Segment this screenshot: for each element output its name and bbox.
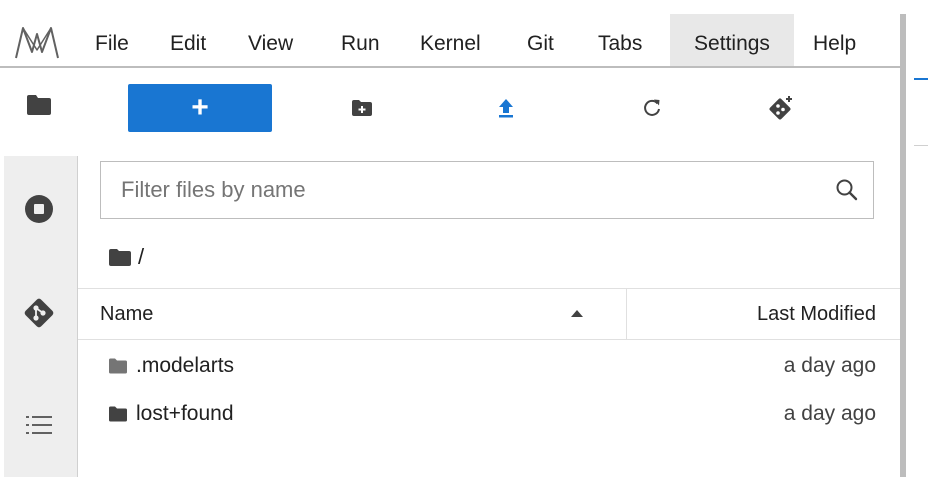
folder-icon[interactable] [26,94,52,116]
upload-button[interactable] [486,84,526,132]
main-tab-bar [914,78,928,146]
column-header-name[interactable]: Name [100,289,153,339]
menu-settings[interactable]: Settings [670,14,794,66]
main-area-edge [906,68,928,477]
breadcrumb: / [108,244,144,270]
git-clone-icon [769,96,792,120]
file-browser-panel: + Filter files by name / Name Last Modif… [78,68,900,477]
menu-tabs[interactable]: Tabs [598,14,650,66]
home-folder-icon[interactable] [108,248,132,267]
left-sidebar [0,68,78,477]
menu-file[interactable]: File [95,14,135,66]
new-folder-button[interactable] [342,84,382,132]
file-name: .modelarts [136,354,235,377]
upload-icon [499,99,513,118]
modelarts-logo-icon [15,27,59,59]
new-launcher-button[interactable]: + [128,84,272,132]
menu-view[interactable]: View [248,14,304,66]
sidebar-rail [4,156,78,477]
menu-kernel[interactable]: Kernel [420,14,492,66]
git-icon[interactable] [23,297,55,329]
file-modified: a day ago [783,402,876,425]
active-tab-indicator [914,78,928,80]
menu-git[interactable]: Git [527,14,563,66]
search-icon[interactable] [835,178,859,202]
column-header-last-modified[interactable]: Last Modified [757,289,876,339]
list-icon[interactable] [26,414,52,436]
file-list-item[interactable]: .modelarts a day ago [78,342,900,390]
refresh-icon [644,99,660,116]
new-folder-icon [352,100,372,116]
file-name: lost+found [136,402,234,425]
folder-icon [109,358,127,374]
sort-ascending-icon [571,310,583,317]
stop-circle-icon[interactable] [24,194,54,224]
filter-input[interactable] [101,162,821,218]
menu-run[interactable]: Run [341,14,385,66]
menu-bar: File Edit View Run Kernel Git Tabs Setti… [0,14,900,68]
file-modified: a day ago [783,354,876,377]
sidebar-top [0,68,78,156]
file-list-item[interactable]: lost+found a day ago [78,390,900,438]
folder-icon [109,406,127,422]
menu-edit[interactable]: Edit [170,14,210,66]
refresh-button[interactable] [632,84,672,132]
file-list-header: Name Last Modified [78,288,900,340]
breadcrumb-path[interactable]: / [138,244,144,270]
column-divider [626,289,627,339]
menu-help[interactable]: Help [813,14,869,66]
git-clone-button[interactable] [760,84,804,132]
filter-box [100,161,874,219]
